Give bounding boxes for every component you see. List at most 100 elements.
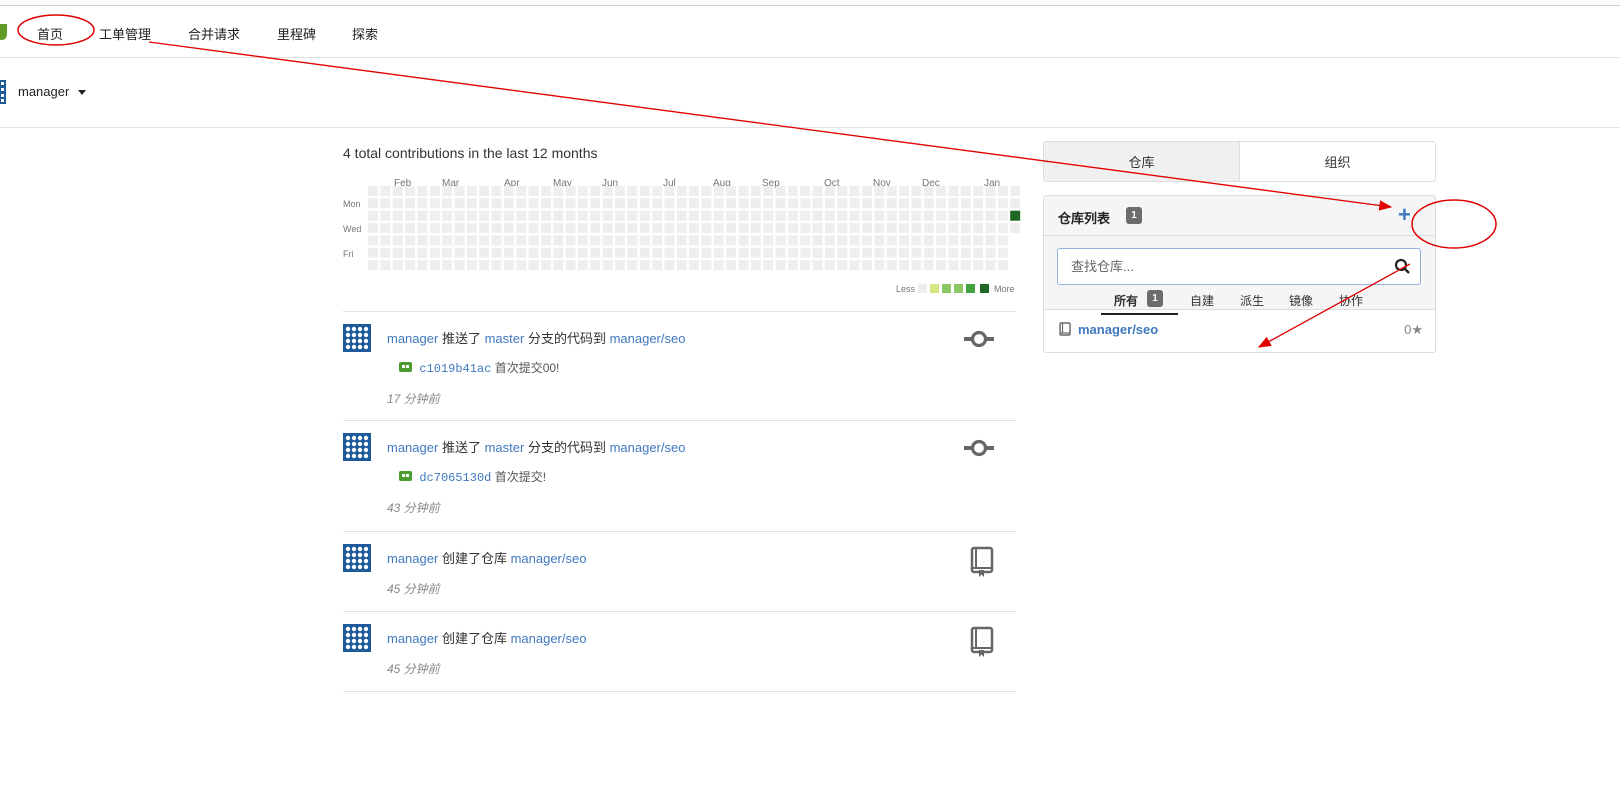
heatmap-cell [750, 186, 761, 196]
heatmap-cell [615, 235, 625, 246]
heatmap-cell [923, 210, 934, 221]
heatmap-cell [368, 247, 378, 258]
context-switcher-name[interactable]: manager [18, 84, 69, 99]
nav-explore[interactable]: 探索 [352, 24, 378, 43]
user-avatar[interactable] [0, 80, 6, 104]
branch-link[interactable]: master [485, 440, 525, 455]
heatmap-cell [577, 198, 588, 209]
heatmap-cell [911, 247, 922, 258]
heatmap-cell [763, 235, 774, 246]
heatmap-cell [454, 210, 465, 221]
heatmap-cell [775, 247, 786, 258]
heatmap-cell [540, 198, 551, 209]
heatmap-cell [615, 198, 625, 209]
heatmap-cell [775, 223, 786, 233]
heatmap-cell [652, 210, 663, 221]
heatmap-cell [627, 260, 638, 271]
heatmap-cell [454, 247, 465, 258]
repo-link[interactable]: manager/seo [511, 551, 587, 566]
filter-forks[interactable]: 派生 [1240, 292, 1264, 309]
heatmap-cell [615, 247, 625, 258]
heatmap-cell [862, 247, 872, 258]
heatmap-cell [948, 260, 959, 271]
user-link[interactable]: manager [387, 331, 438, 346]
heatmap-cell [812, 247, 823, 258]
heatmap-cell [479, 235, 490, 246]
heatmap-cell [899, 223, 909, 233]
user-avatar[interactable] [343, 433, 371, 461]
heatmap-cell [973, 235, 984, 246]
heatmap-cell [590, 198, 601, 209]
filter-mirrors[interactable]: 镜像 [1289, 292, 1313, 309]
nav-pulls[interactable]: 合并请求 [188, 24, 240, 43]
heatmap-cell [577, 223, 588, 233]
heatmap-cell [713, 247, 724, 258]
repo-list-item[interactable]: manager/seo 0★ [1044, 311, 1435, 347]
nav-issues[interactable]: 工单管理 [99, 24, 151, 43]
heatmap-cell [824, 186, 835, 196]
new-repo-plus-icon[interactable]: + [1398, 202, 1411, 228]
tab-organizations[interactable]: 组织 [1240, 142, 1435, 181]
filter-source[interactable]: 自建 [1190, 292, 1214, 309]
caret-down-icon[interactable] [78, 90, 86, 95]
heatmap-cell [553, 260, 564, 271]
heatmap-cell [689, 260, 700, 271]
commit-sha-link[interactable]: dc7065130d [419, 471, 491, 485]
heatmap-grid [368, 186, 1021, 271]
user-avatar[interactable] [343, 544, 371, 572]
repo-link[interactable]: manager/seo [610, 440, 686, 455]
commit-sha-link[interactable]: c1019b41ac [419, 362, 491, 376]
user-avatar[interactable] [343, 624, 371, 652]
heatmap-cell [380, 260, 391, 271]
tab-repositories[interactable]: 仓库 [1044, 142, 1240, 181]
heatmap-cell [429, 198, 440, 209]
heatmap-cell [886, 223, 897, 233]
heatmap-cell [639, 210, 650, 221]
heatmap-cell [874, 210, 885, 221]
heatmap-cell [997, 260, 1008, 271]
heatmap-cell [973, 223, 984, 233]
heatmap-cell [997, 223, 1008, 233]
heatmap-cell [664, 198, 675, 209]
heatmap-cell [442, 210, 453, 221]
user-avatar[interactable] [343, 324, 371, 352]
nav-home[interactable]: 首页 [37, 24, 63, 43]
repo-name-link[interactable]: manager/seo [1078, 322, 1158, 337]
heatmap-cell [652, 198, 663, 209]
heatmap-cell [936, 198, 947, 209]
heatmap-cell [405, 223, 415, 233]
filter-collaborative[interactable]: 协作 [1339, 292, 1363, 309]
filter-all-count-badge: 1 [1147, 290, 1163, 307]
nav-milestones[interactable]: 里程碑 [277, 24, 316, 43]
heatmap-cell [652, 186, 663, 196]
heatmap-cell [726, 210, 737, 221]
search-icon[interactable] [1394, 258, 1411, 275]
heatmap-cell [639, 186, 650, 196]
repo-link[interactable]: manager/seo [610, 331, 686, 346]
heatmap-cell [652, 260, 663, 271]
branch-link[interactable]: master [485, 331, 525, 346]
user-link[interactable]: manager [387, 551, 438, 566]
heatmap-cell [899, 186, 909, 196]
heatmap-cell [899, 247, 909, 258]
heatmap-cell [442, 260, 453, 271]
heatmap-cell [516, 260, 527, 271]
heatmap-cell [590, 210, 601, 221]
filter-all[interactable]: 所有 [1114, 292, 1138, 309]
heatmap-cell [923, 186, 934, 196]
repo-search-input[interactable] [1058, 249, 1388, 284]
heatmap-cell [565, 198, 576, 209]
heatmap-cell [973, 260, 984, 271]
heatmap-cell [775, 186, 786, 196]
user-link[interactable]: manager [387, 440, 438, 455]
user-link[interactable]: manager [387, 631, 438, 646]
heatmap-cell [701, 186, 712, 196]
gitea-logo-icon[interactable] [0, 24, 7, 40]
feed-item: manager 推送了 master 分支的代码到 manager/seo dc… [343, 421, 1016, 532]
repo-link[interactable]: manager/seo [511, 631, 587, 646]
heatmap-cell [874, 223, 885, 233]
heatmap-cell [689, 198, 700, 209]
heatmap-cell [936, 235, 947, 246]
heatmap-cell [837, 186, 848, 196]
heatmap-cell [886, 260, 897, 271]
